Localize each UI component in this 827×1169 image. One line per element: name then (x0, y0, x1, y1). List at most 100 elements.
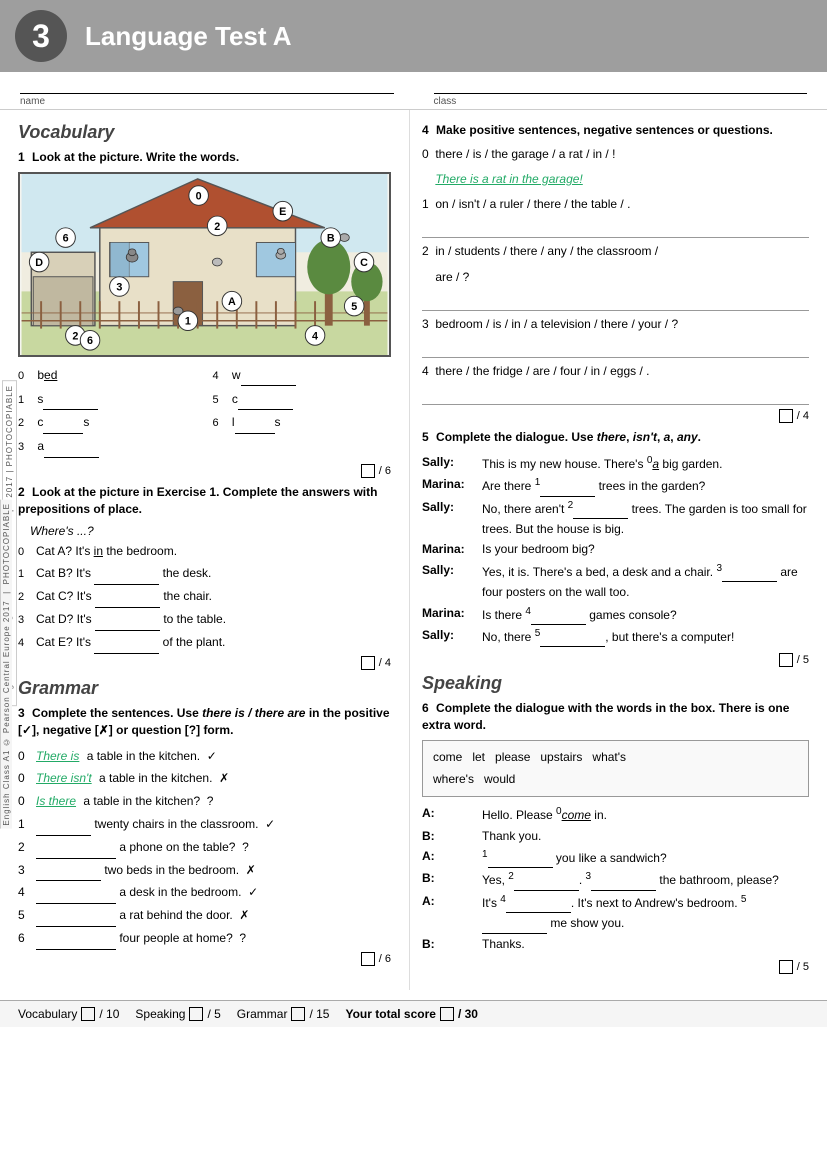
svg-text:6: 6 (87, 335, 93, 347)
ex3-score: / 6 (18, 952, 391, 966)
exercise-4: 4 Make positive sentences, negative sent… (422, 122, 809, 423)
ex6-heading: 6 Complete the dialogue with the words i… (422, 700, 809, 734)
svg-text:0: 0 (196, 190, 202, 202)
grammar-item-3: 3 two beds in the bedroom. ✗ (18, 859, 391, 882)
header: 3 Language Test A (0, 0, 827, 72)
dialogue-row-marina-1: Marina: Are there 1 trees in the garden? (422, 474, 809, 496)
name-class-bar: name class (0, 72, 827, 110)
dialogue-row-sally-4: Sally: No, there 5, but there's a comput… (422, 625, 809, 647)
ex2-score-text: / 4 (379, 657, 391, 669)
ex6-row-a1: A: Hello. Please 0come in. (422, 803, 809, 825)
ex1-num: 1 (18, 150, 25, 164)
ex5-score: / 5 (422, 653, 809, 667)
main-content: Vocabulary 1 Look at the picture. Write … (0, 110, 827, 990)
left-column: Vocabulary 1 Look at the picture. Write … (0, 110, 410, 990)
dialogue-row-marina-2: Marina: Is your bedroom big? (422, 539, 809, 559)
ex4-answer-line-4[interactable] (422, 387, 809, 405)
svg-text:6: 6 (63, 232, 69, 244)
ex3-heading: 3 Complete the sentences. Use there is /… (18, 705, 391, 739)
right-column: 4 Make positive sentences, negative sent… (410, 110, 827, 990)
ex2-item-0: 0 Cat A? It's in the bedroom. (18, 540, 391, 563)
dialogue-row-marina-3: Marina: Is there 4 games console? (422, 603, 809, 625)
side-photocopiable: English Class A1 © Pearson Central Europ… (0, 500, 12, 829)
ex6-dialogue: A: Hello. Please 0come in. B: Thank you.… (422, 803, 809, 954)
word-fill-grid: 0 bed 4 w 1 s 5 c (18, 365, 391, 458)
word-item-4: 4 w (213, 365, 392, 387)
exercise-1: 1 Look at the picture. Write the words. (18, 149, 391, 478)
svg-text:2: 2 (214, 221, 220, 233)
ex2-item-2: 2 Cat C? It's the chair. (18, 585, 391, 608)
word-item-3: 3 a (18, 436, 197, 458)
ex1-score-text: / 6 (379, 465, 391, 477)
ex1-heading-text: Look at the picture. Write the words. (32, 150, 239, 164)
ex2-heading: 2 Look at the picture in Exercise 1. Com… (18, 484, 391, 518)
svg-text:4: 4 (312, 330, 318, 342)
speaking-title: Speaking (422, 673, 809, 694)
svg-text:A: A (228, 296, 236, 308)
name-field: name (20, 78, 394, 107)
test-title: Language Test A (85, 21, 292, 52)
dialogue-row-sally-1: Sally: This is my new house. There's 0a … (422, 452, 809, 474)
vocab-score-box (81, 1007, 95, 1021)
ex4-answer-line-1[interactable] (422, 220, 809, 238)
exercise-picture: 0 E B C 5 A 1 4 (18, 172, 391, 357)
ex2-score: / 4 (18, 656, 391, 670)
ex4-item-0: 0 there / is / the garage / a rat / in /… (422, 145, 809, 189)
ex4-item-2: 2 in / students / there / any / the clas… (422, 242, 809, 310)
exercise-6: 6 Complete the dialogue with the words i… (422, 700, 809, 974)
word-item-1: 1 s (18, 389, 197, 411)
svg-text:2: 2 (72, 330, 78, 342)
ex5-score-box (779, 653, 793, 667)
grammar-item-0a: 0 There is a table in the kitchen. ✓ (18, 745, 391, 768)
vocab-score-item: Vocabulary / 10 (18, 1007, 119, 1021)
svg-text:B: B (327, 232, 335, 244)
class-line (434, 78, 808, 94)
ex3-score-text: / 6 (379, 953, 391, 965)
ex6-row-a2: A: 1 you like a sandwich? (422, 846, 809, 868)
ex4-score-text: / 4 (797, 410, 809, 422)
grammar-item-0c: 0 Is there a table in the kitchen? ? (18, 790, 391, 813)
bottom-score-bar: Vocabulary / 10 Speaking / 5 Grammar / 1… (0, 1000, 827, 1027)
ex6-row-a3: A: It's 4. It's next to Andrew's bedroom… (422, 891, 809, 934)
grammar-title: Grammar (18, 678, 391, 699)
ex4-answer-line-2[interactable] (422, 293, 809, 311)
ex4-score-box (779, 409, 793, 423)
ex2-item-3: 3 Cat D? It's to the table. (18, 608, 391, 631)
ex4-score: / 4 (422, 409, 809, 423)
word-item-6: 6 ls (213, 412, 392, 434)
speaking-section: Speaking 6 Complete the dialogue with th… (422, 673, 809, 974)
exercise-2: 2 Look at the picture in Exercise 1. Com… (18, 484, 391, 670)
ex6-row-b1: B: Thank you. (422, 826, 809, 846)
vocabulary-title: Vocabulary (18, 122, 391, 143)
ex6-row-b3: B: Thanks. (422, 934, 809, 954)
ex1-score-box (361, 464, 375, 478)
name-line (20, 78, 394, 94)
ex4-item-3: 3 bedroom / is / in / a television / the… (422, 315, 809, 358)
svg-text:E: E (279, 206, 286, 218)
svg-text:D: D (35, 257, 43, 269)
exercise-5: 5 Complete the dialogue. Use there, isn'… (422, 429, 809, 667)
ex2-item-1: 1 Cat B? It's the desk. (18, 562, 391, 585)
word-box: come let please upstairs what's where's … (422, 740, 809, 797)
house-illustration: 0 E B C 5 A 1 4 (20, 174, 389, 355)
ex4-answer-line-3[interactable] (422, 340, 809, 358)
ex5-score-text: / 5 (797, 654, 809, 666)
grammar-item-2: 2 a phone on the table? ? (18, 836, 391, 859)
svg-text:5: 5 (351, 301, 357, 313)
total-score-item: Your total score / 30 (345, 1007, 477, 1021)
ex2-score-box (361, 656, 375, 670)
ex4-item-1: 1 on / isn't / a ruler / there / the tab… (422, 195, 809, 238)
grammar-item-1: 1 twenty chairs in the classroom. ✓ (18, 813, 391, 836)
ex4-heading: 4 Make positive sentences, negative sent… (422, 122, 809, 139)
ex6-score-text: / 5 (797, 961, 809, 973)
svg-text:C: C (360, 257, 368, 269)
word-item-2: 2 cs (18, 412, 197, 434)
class-field: class (434, 78, 808, 107)
ex5-dialogue: Sally: This is my new house. There's 0a … (422, 452, 809, 648)
speaking-score-item: Speaking / 5 (135, 1007, 220, 1021)
ex4-item-4: 4 there / the fridge / are / four / in /… (422, 362, 809, 405)
ex6-score-box (779, 960, 793, 974)
grammar-section: Grammar 3 Complete the sentences. Use th… (18, 678, 391, 966)
grammar-score-item: Grammar / 15 (237, 1007, 330, 1021)
class-label: class (434, 96, 808, 107)
